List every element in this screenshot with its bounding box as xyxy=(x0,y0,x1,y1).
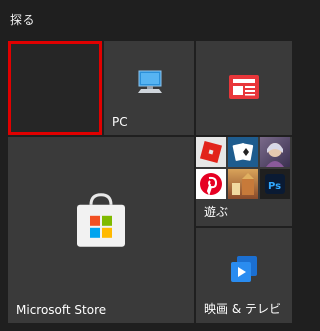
game-icon xyxy=(260,137,290,167)
tile-label-games: 遊ぶ xyxy=(204,205,229,219)
tile-label-store: Microsoft Store xyxy=(16,303,107,317)
group-title: 探る xyxy=(10,13,36,27)
pc-icon xyxy=(135,69,165,101)
news-icon xyxy=(229,75,259,103)
photoshop-icon: Ps xyxy=(260,169,290,199)
svg-text:Ps: Ps xyxy=(268,181,281,192)
solitaire-icon xyxy=(228,137,258,167)
tile-label-movies: 映画 & テレビ xyxy=(204,302,281,316)
tile-label-pc: PC xyxy=(112,115,128,129)
tile-pc[interactable]: PC xyxy=(104,41,194,135)
tile-empty[interactable] xyxy=(8,41,102,135)
store-bag-icon xyxy=(73,193,129,255)
pinterest-icon xyxy=(196,169,226,199)
tile-games[interactable]: Ps 遊ぶ xyxy=(196,137,292,226)
tile-movies[interactable]: 映画 & テレビ xyxy=(196,228,292,323)
movies-tv-icon xyxy=(231,256,257,288)
tile-news[interactable] xyxy=(196,41,292,135)
tile-store[interactable]: Microsoft Store xyxy=(8,137,194,323)
game-icon xyxy=(228,169,258,199)
roblox-icon xyxy=(196,137,226,167)
